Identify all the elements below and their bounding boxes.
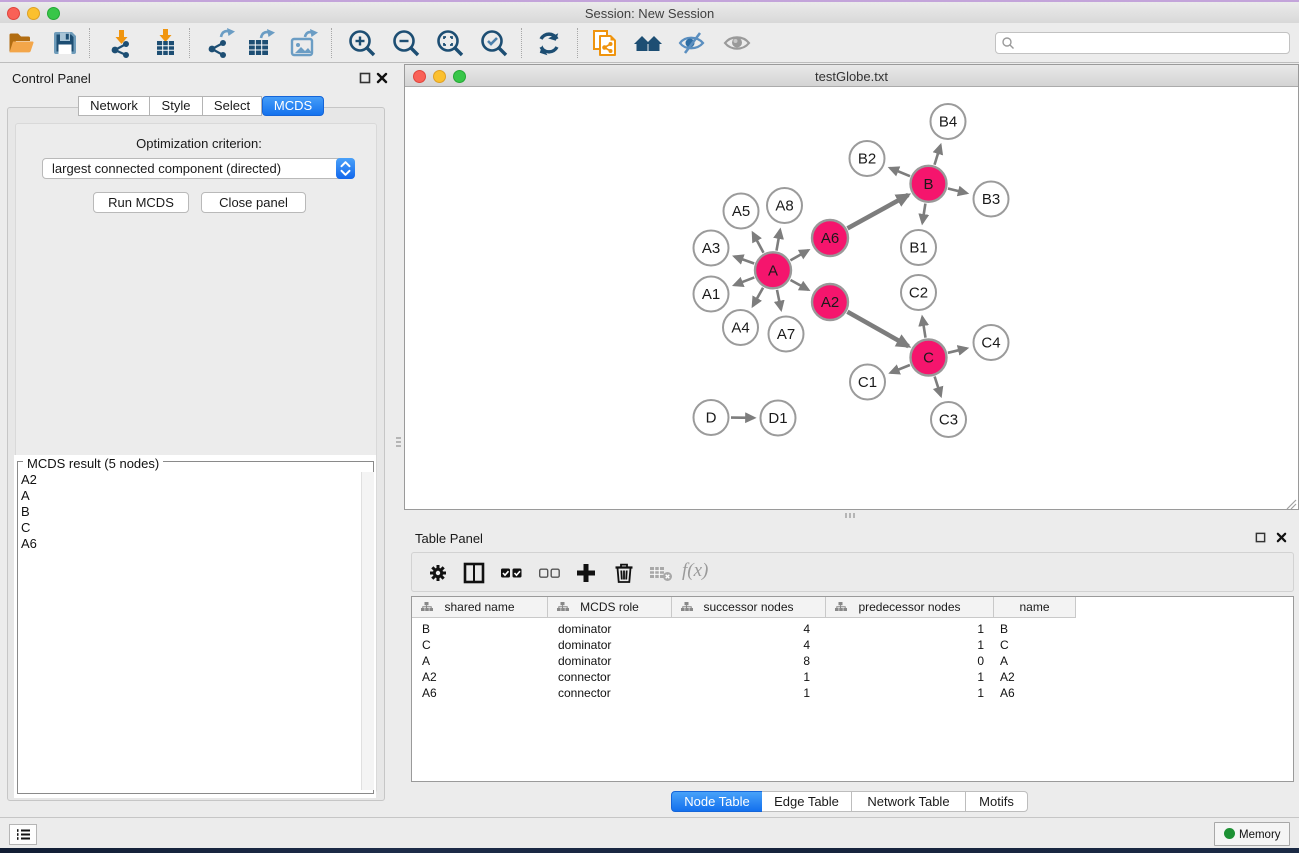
svg-text:B: B [923,176,933,193]
svg-text:D: D [706,410,717,427]
svg-text:B4: B4 [939,114,957,131]
svg-text:A1: A1 [702,286,720,303]
svg-text:B3: B3 [982,191,1000,208]
svg-text:C: C [923,350,934,367]
svg-text:A7: A7 [777,326,795,343]
svg-text:B1: B1 [909,240,927,257]
svg-text:B2: B2 [858,151,876,168]
svg-text:A6: A6 [821,230,839,247]
svg-text:A8: A8 [775,198,793,215]
svg-text:A4: A4 [731,320,749,337]
svg-text:C4: C4 [981,335,1000,352]
svg-text:C1: C1 [858,374,877,391]
svg-text:A2: A2 [821,294,839,311]
svg-text:C3: C3 [939,412,958,429]
svg-text:A5: A5 [732,203,750,220]
svg-text:A: A [768,262,778,279]
svg-text:D1: D1 [768,410,787,427]
svg-text:C2: C2 [909,285,928,302]
svg-text:A3: A3 [702,240,720,257]
